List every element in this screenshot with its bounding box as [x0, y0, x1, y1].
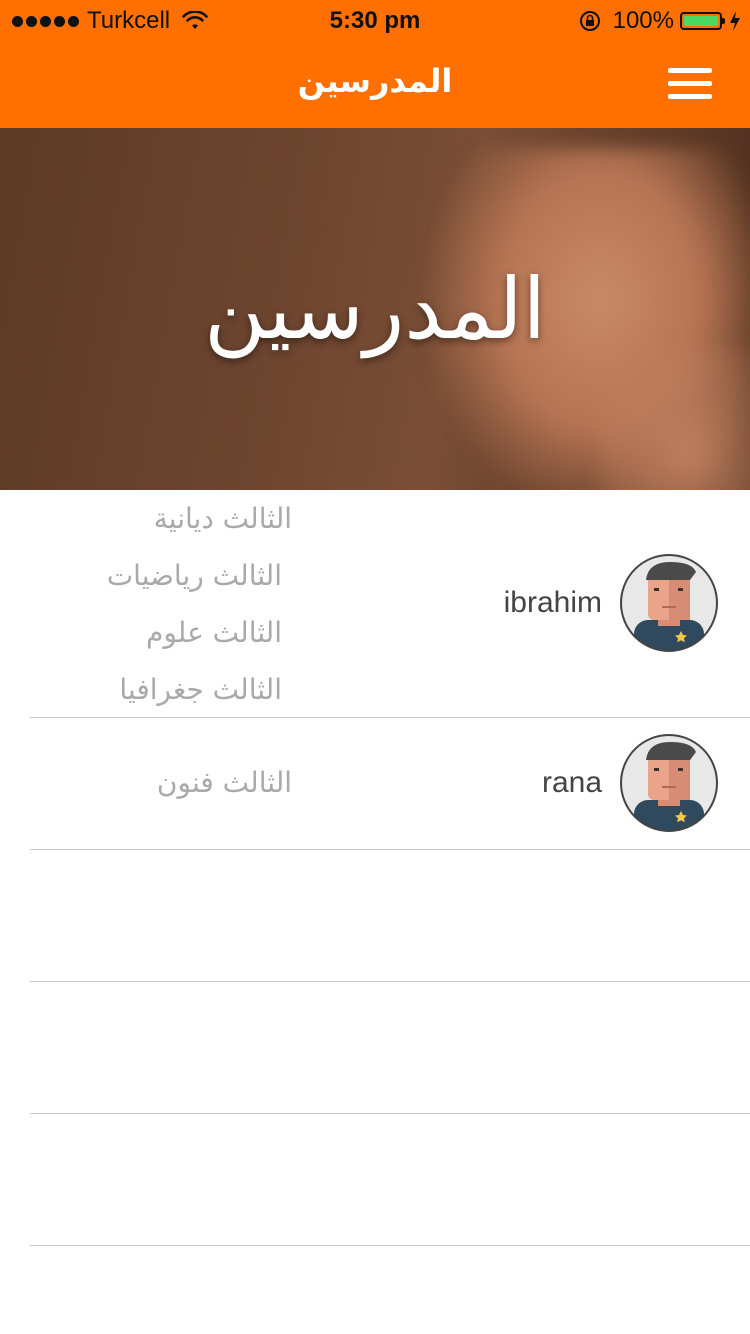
nav-title: المدرسين [297, 62, 453, 100]
hero-banner: المدرسين [0, 128, 750, 490]
status-bar: Turkcell 5:30 pm 100% [0, 0, 750, 40]
class-item: الثالث جغرافيا [119, 673, 282, 706]
navigation-bar: المدرسين [0, 40, 750, 128]
status-right: 100% [579, 7, 742, 35]
class-item: الثالث فنون [156, 766, 292, 799]
hamburger-menu-icon[interactable] [668, 68, 712, 102]
charging-icon [730, 11, 740, 31]
row-divider [30, 1245, 750, 1246]
teacher-row-ibrahim[interactable]: الثالث ديانية الثالث رياضيات الثالث علوم… [0, 490, 750, 718]
battery-percent: 100% [612, 7, 674, 34]
rotation-lock-icon [579, 11, 600, 31]
class-list: الثالث فنون [0, 754, 292, 811]
hero-title: المدرسين [204, 260, 546, 358]
teacher-name: rana [541, 766, 602, 799]
avatar [620, 734, 718, 832]
empty-row [0, 982, 750, 1114]
class-item: الثالث علوم [146, 616, 282, 649]
class-item: الثالث رياضيات [106, 559, 282, 592]
battery-icon [680, 12, 725, 30]
empty-row [0, 1114, 750, 1246]
avatar [620, 554, 718, 652]
teacher-name: ibrahim [503, 586, 602, 619]
class-list: الثالث ديانية الثالث رياضيات الثالث علوم… [0, 490, 292, 718]
empty-row [0, 850, 750, 982]
teacher-row-rana[interactable]: الثالث فنون rana [0, 718, 750, 850]
class-item: الثالث ديانية [153, 502, 292, 535]
hero-background-detail [600, 348, 750, 490]
